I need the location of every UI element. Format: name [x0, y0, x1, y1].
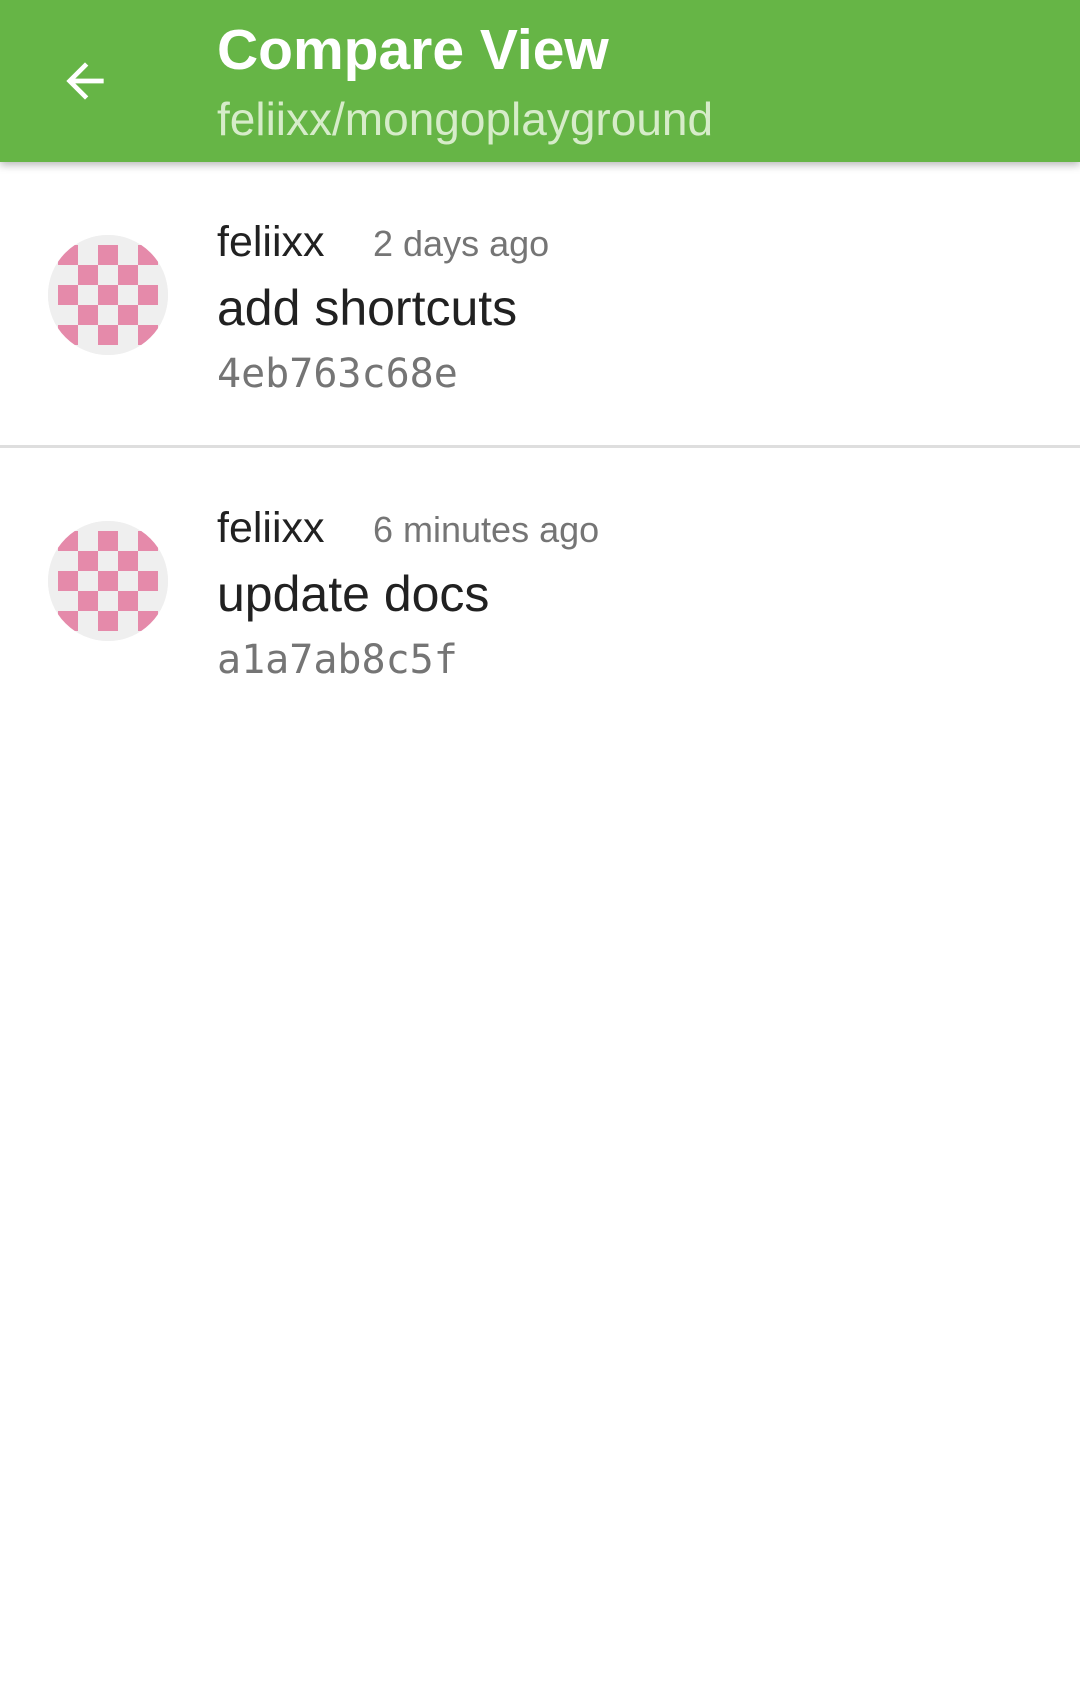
commit-author: feliixx: [217, 504, 325, 552]
commit-message: add shortcuts: [217, 280, 518, 336]
commit-row[interactable]: feliixx 6 minutes ago update docs a1a7ab…: [0, 448, 1080, 732]
identicon-avatar-icon: [48, 235, 168, 355]
repository-subtitle: feliixx/mongoplayground: [217, 93, 714, 145]
commit-list: feliixx 2 days ago add shortcuts 4eb763c…: [0, 162, 1080, 732]
author-avatar[interactable]: [48, 235, 168, 355]
arrow-back-icon: [66, 62, 104, 100]
commit-sha: a1a7ab8c5f: [217, 637, 458, 683]
page-title: Compare View: [217, 18, 609, 82]
commit-time: 6 minutes ago: [373, 509, 600, 550]
app-toolbar: Compare View feliixx/mongoplayground: [0, 0, 1080, 162]
back-button[interactable]: [40, 36, 130, 126]
identicon-avatar-icon: [48, 521, 168, 641]
commit-message: update docs: [217, 566, 490, 622]
commit-sha: 4eb763c68e: [217, 351, 458, 397]
commit-author: feliixx: [217, 218, 325, 266]
commit-row[interactable]: feliixx 2 days ago add shortcuts 4eb763c…: [0, 162, 1080, 448]
commit-time: 2 days ago: [373, 223, 550, 264]
author-avatar[interactable]: [48, 521, 168, 641]
